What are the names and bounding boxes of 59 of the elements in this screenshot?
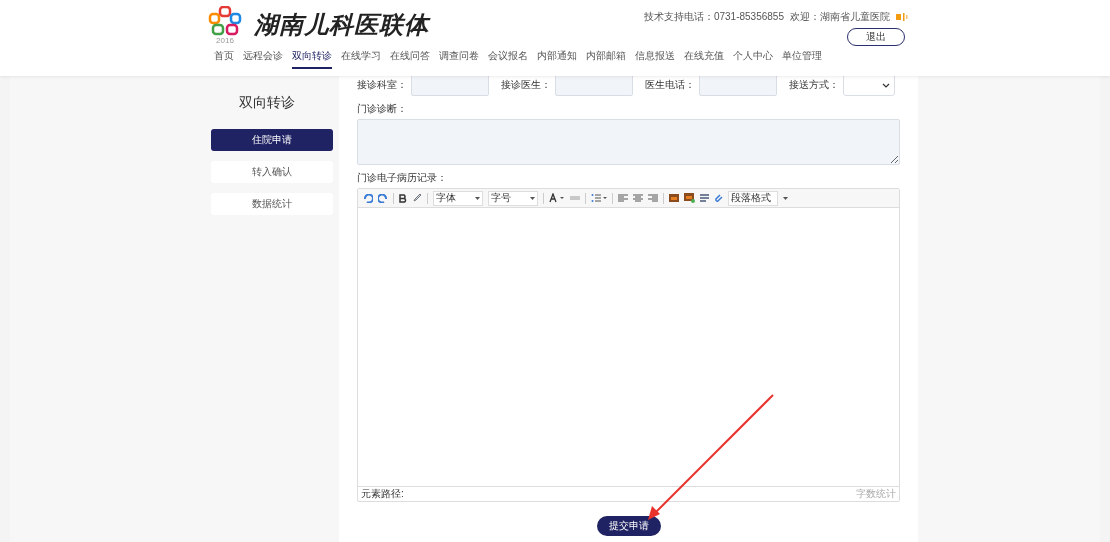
line-icon[interactable] [570,195,580,201]
font-color-icon[interactable] [549,193,565,203]
input-field[interactable] [699,74,777,96]
image-upload-icon[interactable] [684,193,695,203]
list-icon[interactable] [591,193,607,203]
welcome-text: 欢迎：湖南省儿童医院 [790,10,890,24]
nav-tab[interactable]: 信息报送 [635,46,675,69]
chevron-icon [882,82,890,88]
support-phone: 技术支持电话：0731-85356855 [643,10,784,24]
nav-tab[interactable]: 首页 [214,46,234,69]
nav-tab[interactable]: 单位管理 [782,46,822,69]
caret-icon[interactable] [783,196,788,200]
nav-tab[interactable]: 在线充值 [684,46,724,69]
input-field[interactable] [411,74,489,96]
align-left-icon[interactable] [618,194,628,202]
paperclip-icon[interactable] [714,193,723,203]
brush-icon[interactable] [412,193,422,203]
font-dropdown[interactable]: 字体 [433,190,483,206]
align-right-icon[interactable] [648,194,658,202]
bold-icon[interactable] [399,193,407,203]
caret-icon [530,196,535,200]
redo-icon[interactable] [378,193,388,203]
nav-tab[interactable]: 内部邮箱 [586,46,626,69]
select-field[interactable] [843,74,895,96]
nav-tab[interactable]: 内部通知 [537,46,577,69]
site-title: 湖南儿科医联体 [254,10,429,40]
word-count: 字数统计 [856,487,896,501]
sidebar-item[interactable]: 住院申请 [211,129,333,151]
nav-tab[interactable]: 双向转诊 [292,46,332,69]
nav-tab[interactable]: 调查问卷 [439,46,479,69]
nav-tab[interactable]: 在线问答 [390,46,430,69]
sidebar-title: 双向转诊 [238,94,296,112]
logo-icon [208,6,242,36]
undo-icon[interactable] [363,193,373,203]
diagnosis-field[interactable] [357,119,900,165]
field-label: 接诊医生： [501,78,551,92]
size-dropdown[interactable]: 字号 [488,190,538,206]
nav-tab[interactable]: 会议报名 [488,46,528,69]
submit-button[interactable]: 提交申请 [596,516,661,536]
nav-tab[interactable]: 个人中心 [733,46,773,69]
element-path: 元素路径: [361,487,404,501]
nav-tab[interactable]: 在线学习 [341,46,381,69]
field-label: 门诊诊断： [357,102,408,116]
nav-tab[interactable]: 远程会诊 [243,46,283,69]
field-label: 医生电话： [645,78,695,92]
table-icon[interactable] [700,194,709,202]
sidebar-item[interactable]: 转入确认 [211,161,333,183]
input-field[interactable] [555,74,633,96]
field-label: 接送方式： [789,78,839,92]
paragraph-dropdown[interactable]: 段落格式 [728,190,778,206]
logout-button[interactable]: 退出 [847,28,905,46]
field-label: 接诊科室： [357,78,407,92]
sidebar-item[interactable]: 数据统计 [211,193,333,215]
speaker-icon[interactable] [896,12,908,22]
caret-icon [475,196,480,200]
field-label: 门诊电子病历记录： [357,171,448,185]
logo-year: 2016 [216,36,234,45]
align-center-icon[interactable] [633,194,643,202]
image-icon[interactable] [669,194,679,202]
